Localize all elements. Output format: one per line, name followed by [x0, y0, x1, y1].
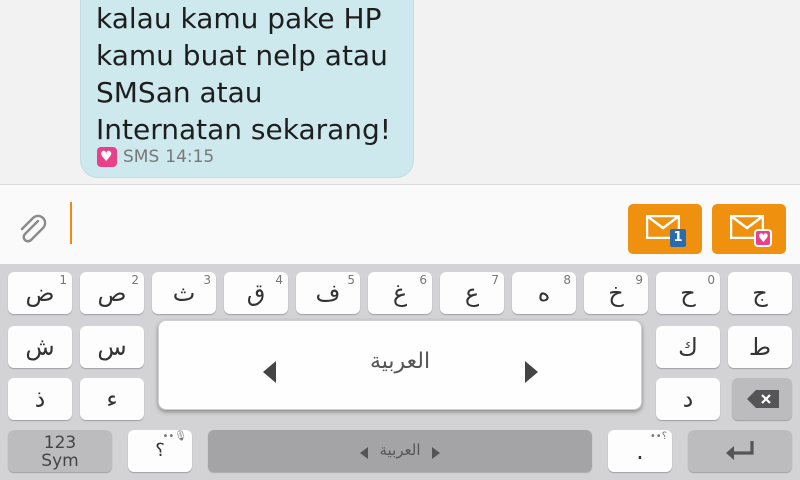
more-symbols-hint: ••؟ [649, 431, 667, 442]
message-time: 14:15 [165, 147, 215, 167]
mic-icon: ••🎙 [162, 431, 188, 442]
key[interactable]: ض1 [8, 272, 72, 314]
enter-key[interactable] [688, 430, 792, 472]
message-type: SMS [123, 147, 160, 167]
paperclip-icon[interactable] [16, 213, 50, 247]
key[interactable]: ج [728, 272, 792, 314]
sym-key[interactable]: 123 Sym [8, 430, 112, 472]
language-selector-popup[interactable]: العربية [158, 320, 642, 410]
conversation-area: kalau kamu pake HP kamu buat nelp atau S… [0, 0, 800, 184]
question-key[interactable]: ؟ ••🎙 [128, 430, 192, 472]
backspace-key[interactable] [732, 378, 792, 420]
message-text: kalau kamu pake HP kamu buat nelp atau S… [96, 2, 392, 146]
space-bar[interactable]: العربية [208, 430, 592, 472]
key[interactable]: ث3 [152, 272, 216, 314]
language-label: العربية [369, 349, 431, 374]
enter-icon [726, 441, 754, 460]
key[interactable]: ط [728, 326, 792, 368]
key[interactable]: ش [8, 326, 72, 368]
key[interactable]: ق4 [224, 272, 288, 314]
key[interactable]: ه8 [512, 272, 576, 314]
key[interactable]: د [656, 378, 720, 420]
backspace-icon [747, 390, 779, 408]
send-sim1-button[interactable]: 1 [628, 204, 702, 254]
key[interactable]: ك [656, 326, 720, 368]
key[interactable]: ذ [8, 378, 72, 420]
compose-bar: 1 [0, 184, 800, 264]
key[interactable]: خ9 [584, 272, 648, 314]
text-input-cursor[interactable] [70, 202, 72, 244]
sim1-badge: 1 [670, 229, 686, 247]
chevron-right-icon [432, 447, 440, 459]
key[interactable]: غ6 [368, 272, 432, 314]
message-meta: SMS 14:15 [97, 146, 214, 168]
key[interactable]: س [80, 326, 144, 368]
sim2-heart-icon [754, 229, 772, 247]
key[interactable]: ص2 [80, 272, 144, 314]
key[interactable]: ع7 [440, 272, 504, 314]
send-sim2-button[interactable] [712, 204, 786, 254]
chevron-right-icon[interactable] [525, 361, 538, 383]
key[interactable]: ف5 [296, 272, 360, 314]
period-key[interactable]: . ••؟ [608, 430, 672, 472]
sim-heart-icon [97, 147, 117, 167]
key[interactable]: ح0 [656, 272, 720, 314]
key[interactable]: ء [80, 378, 144, 420]
